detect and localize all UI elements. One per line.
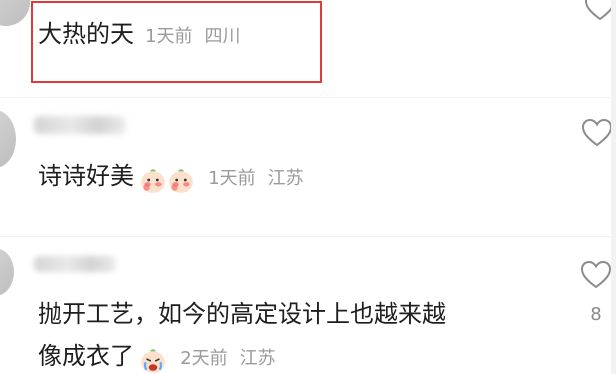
comment-meta: 2天前 江苏 [180, 348, 275, 369]
comment-3-line2: 像成衣了 2天前 江苏 [38, 336, 276, 374]
comment-1: 大热的天 1天前 四川 [38, 14, 241, 49]
comment-text: 诗诗好美 [38, 162, 134, 190]
avatar[interactable] [0, 110, 16, 168]
heart-outline-icon[interactable] [580, 260, 612, 290]
comment-time: 1天前 [208, 168, 256, 189]
comment-2: 诗诗好美 1天前 江苏 [38, 156, 304, 194]
comment-meta: 1天前 四川 [145, 26, 240, 47]
divider [0, 236, 616, 237]
heart-outline-icon[interactable] [581, 118, 613, 148]
comment-3: 抛开工艺，如今的高定设计上也越来越 [38, 294, 446, 329]
like-count: 8 [590, 304, 602, 325]
avatar[interactable] [0, 248, 14, 296]
comment-text-line2: 像成衣了 [38, 342, 134, 370]
comment-text: 大热的天 [38, 20, 134, 48]
scroll-edge [611, 0, 616, 374]
username-blurred[interactable] [34, 256, 116, 272]
comment-time: 1天前 [145, 26, 193, 47]
peach-face-emoji [141, 168, 165, 193]
peach-face-emoji [169, 168, 193, 193]
username-blurred[interactable] [34, 116, 126, 134]
avatar[interactable] [0, 0, 30, 26]
comment-location: 四川 [204, 26, 241, 47]
comment-location: 江苏 [267, 168, 304, 189]
crying-face-emoji [141, 348, 165, 373]
comment-meta: 1天前 江苏 [208, 168, 303, 189]
comment-location: 江苏 [239, 348, 276, 369]
divider [0, 97, 616, 98]
comment-time: 2天前 [180, 348, 228, 369]
comment-text-line1: 抛开工艺，如今的高定设计上也越来越 [38, 300, 446, 328]
